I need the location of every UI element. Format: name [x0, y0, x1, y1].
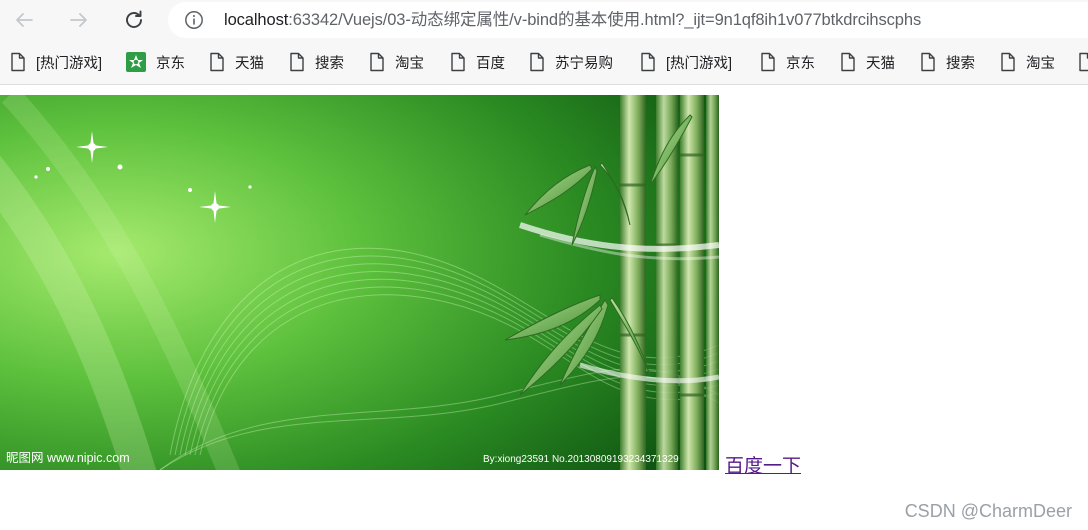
page-icon — [840, 52, 856, 72]
browser-toolbar: localhost:63342/Vuejs/03-动态绑定属性/v-bind的基… — [0, 0, 1088, 40]
bookmarks-bar: [热门游戏] 京东 天猫 搜索 淘宝 百度 苏宁易购 [热门游戏] 京东 天猫 … — [0, 40, 1088, 85]
bookmark-item[interactable]: 淘宝 — [369, 52, 424, 72]
bookmark-label: [热门游戏] — [666, 55, 733, 72]
bookmark-item[interactable]: 百度 — [450, 52, 505, 72]
bookmark-label: 苏宁易购 — [555, 55, 613, 72]
info-icon[interactable] — [184, 10, 204, 30]
bookmark-label: 搜索 — [315, 55, 344, 72]
url-host: localhost — [224, 11, 289, 29]
url-text[interactable]: localhost:63342/Vuejs/03-动态绑定属性/v-bind的基… — [224, 2, 921, 38]
bookmark-label: [热门游戏] — [36, 55, 103, 72]
image-watermark-right: By:xiong23591 No.20130809193234371329 — [483, 454, 679, 465]
bookmark-item[interactable]: [热门游戏] — [10, 52, 102, 72]
back-arrow-icon — [16, 13, 33, 27]
url-path: :63342/Vuejs/03-动态绑定属性/v-bind的基本使用.html?… — [288, 11, 922, 29]
jd-icon — [126, 52, 146, 72]
page-icon — [640, 52, 656, 72]
page-icon — [920, 52, 936, 72]
bookmark-label: 百度 — [476, 55, 505, 72]
page-icon — [450, 52, 466, 72]
bookmark-item[interactable]: 苏宁易购 — [529, 52, 613, 72]
bookmark-label: 天猫 — [235, 55, 264, 72]
bookmark-item[interactable]: 搜索 — [289, 52, 344, 72]
bookmark-item[interactable]: 淘宝 — [1000, 52, 1055, 72]
page-icon — [529, 52, 545, 72]
page-icon — [760, 52, 776, 72]
bookmark-label: 天猫 — [866, 55, 895, 72]
bamboo-image: 昵图网 www.nipic.com By:xiong23591 No.20130… — [0, 95, 719, 470]
reload-icon — [126, 10, 142, 28]
bookmark-label: 淘宝 — [395, 55, 424, 72]
page-icon — [209, 52, 225, 72]
bookmark-label: 淘宝 — [1026, 55, 1055, 72]
forward-arrow-icon — [70, 13, 87, 27]
bookmark-label: 京东 — [786, 55, 815, 72]
bookmark-item[interactable]: 搜索 — [920, 52, 975, 72]
bookmark-item[interactable]: 京东 — [760, 52, 815, 72]
bookmark-item[interactable]: 天猫 — [209, 52, 264, 72]
address-bar[interactable]: localhost:63342/Vuejs/03-动态绑定属性/v-bind的基… — [168, 2, 1088, 38]
bookmark-label: 搜索 — [946, 55, 975, 72]
baidu-link[interactable]: 百度一下 — [725, 451, 801, 478]
page-icon — [1000, 52, 1016, 72]
bookmark-label: 京东 — [156, 55, 185, 72]
page-icon — [369, 52, 385, 72]
bookmark-item[interactable]: 京东 — [126, 52, 185, 72]
page-icon — [289, 52, 305, 72]
reload-button[interactable] — [120, 6, 148, 34]
image-watermark-left: 昵图网 www.nipic.com — [6, 451, 130, 465]
bookmark-item-overflow[interactable] — [1078, 52, 1088, 72]
bookmark-item[interactable]: [热门游戏] — [640, 52, 732, 72]
forward-button[interactable] — [65, 6, 93, 34]
csdn-watermark: CSDN @CharmDeer — [904, 501, 1072, 521]
page-icon — [10, 52, 26, 72]
back-button[interactable] — [10, 6, 38, 34]
page-icon — [1078, 52, 1088, 72]
bookmark-item[interactable]: 天猫 — [840, 52, 895, 72]
